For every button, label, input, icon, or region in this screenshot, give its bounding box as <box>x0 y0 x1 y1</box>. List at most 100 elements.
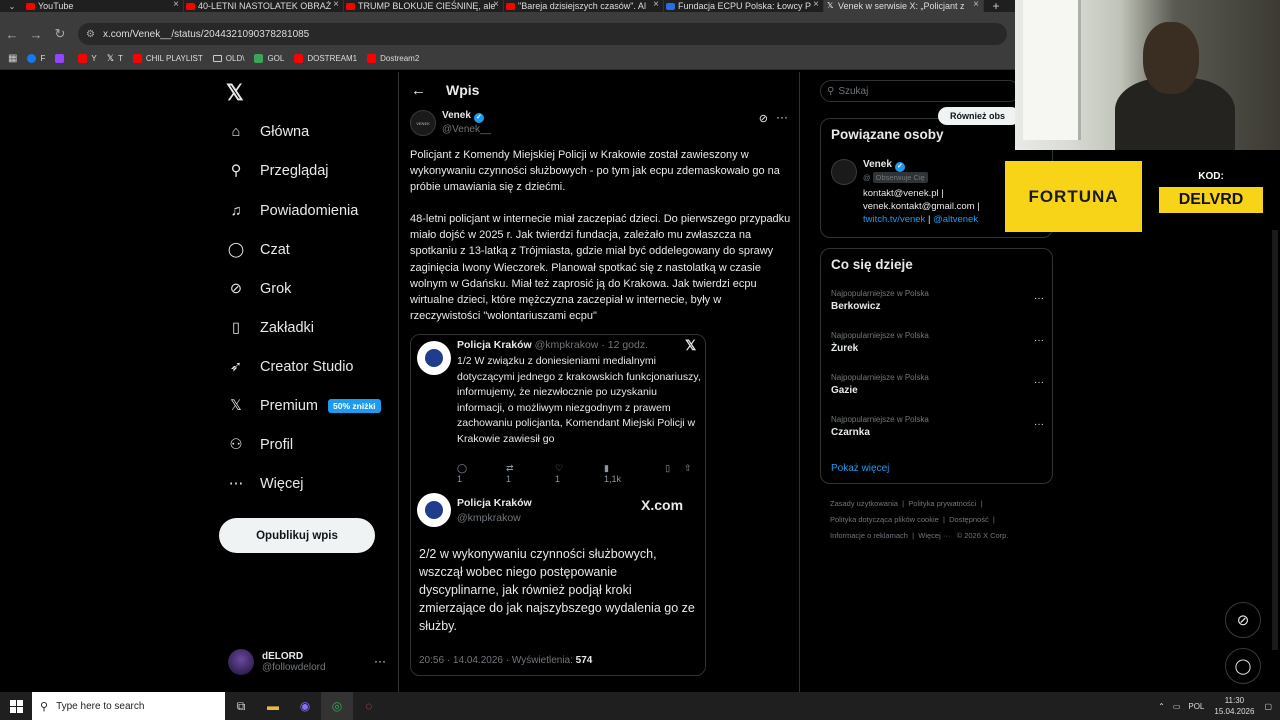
bookmark-item[interactable]: Dostream2 <box>367 54 419 63</box>
search-icon: ⚲ <box>40 700 49 713</box>
network-icon[interactable]: ▭ <box>1173 702 1181 711</box>
embedded-image[interactable]: Policja Kraków @kmpkrakow · 12 godz. 𝕏 1… <box>410 334 706 676</box>
follows-you-badge: Obserwuje Cię <box>872 172 928 183</box>
nav-item-premium[interactable]: 𝕏 Premium 50% zniżki <box>226 394 381 418</box>
trend-item[interactable]: Najpopularniejsze w Polska Gazie ··· <box>831 373 1044 403</box>
embed-footer-text: 20:56 · 14.04.2026 · Wyświetlenia: <box>419 655 573 666</box>
views-count: 1,1k <box>604 474 622 484</box>
task-view-icon[interactable]: ⧉ <box>225 692 257 720</box>
close-tab-icon[interactable]: × <box>653 0 659 10</box>
app-icon[interactable]: ◌ <box>353 692 385 720</box>
panel-title: Powiązane osoby <box>831 127 944 142</box>
taskbar-search[interactable]: ⚲ Type here to search <box>32 692 225 720</box>
nav-item-notifications[interactable]: ♫ Powiadomienia <box>226 199 359 223</box>
more-icon[interactable]: ··· <box>1034 377 1044 388</box>
bookmark-item[interactable]: CHIL PLAYLIST <box>132 54 203 63</box>
more-icon[interactable]: ··· <box>1034 293 1044 304</box>
footer-link[interactable]: Dostępność <box>949 515 989 524</box>
footer-link[interactable]: Informacje o reklamach <box>830 531 908 540</box>
file-explorer-icon[interactable]: ▬ <box>257 692 289 720</box>
apps-grid-icon[interactable]: ▦ <box>8 53 17 64</box>
avatar[interactable]: VENEK <box>410 110 436 136</box>
browser-tab[interactable]: TRUMP BLOKUJE CIEŚNINĘ, ale × <box>344 0 504 12</box>
back-arrow-icon[interactable]: ← <box>0 27 24 42</box>
keyboard-language[interactable]: POL <box>1188 702 1204 711</box>
footer-link[interactable]: Polityka prywatności <box>908 499 976 508</box>
nav-item-explore[interactable]: ⚲ Przeglądaj <box>226 159 329 183</box>
start-button[interactable] <box>0 692 32 720</box>
show-more-link[interactable]: Pokaż więcej <box>831 463 889 474</box>
nav-item-more[interactable]: ⋯ Więcej <box>226 472 304 496</box>
chrome-icon[interactable]: ◎ <box>321 692 353 720</box>
browser-tab[interactable]: YouTube × <box>24 0 184 12</box>
trend-item[interactable]: Najpopularniejsze w Polska Czarnka ··· <box>831 415 1044 445</box>
site-info-icon[interactable]: ⚙ <box>86 29 95 40</box>
close-tab-icon[interactable]: × <box>813 0 819 10</box>
x-logo-icon[interactable]: 𝕏 <box>226 80 244 106</box>
bookmark-item[interactable]: 𝕏T <box>107 53 123 64</box>
close-tab-icon[interactable]: × <box>973 0 979 10</box>
close-tab-icon[interactable]: × <box>333 0 339 10</box>
new-tab-button[interactable]: + <box>984 0 1008 13</box>
tab-search-chevron-icon[interactable]: ⌄ <box>0 0 24 12</box>
bookmark-label: OLD\ <box>225 54 245 63</box>
account-switcher[interactable]: dELORD @followdelord ··· <box>228 646 388 678</box>
repost-count: 1 <box>506 474 512 484</box>
footer-link[interactable]: Polityka dotycząca plików cookie <box>830 515 939 524</box>
tray-chevron-icon[interactable]: ⌃ <box>1158 702 1165 711</box>
footer-link[interactable]: Zasady użytkowania <box>830 499 898 508</box>
discord-icon[interactable]: ◉ <box>289 692 321 720</box>
notification-icon[interactable]: ▢ <box>1264 702 1272 711</box>
main-column: ← Wpis VENEK Venek ✓ @Venek__ ⊘ ··· Polic… <box>398 72 800 692</box>
avatar[interactable] <box>831 159 857 185</box>
bookmark-item[interactable]: Y <box>78 54 97 63</box>
more-icon[interactable]: ··· <box>374 654 386 668</box>
browser-tab[interactable]: 40-LETNI NASTOLATEK OBRAŻ × <box>184 0 344 12</box>
browser-tab[interactable]: Fundacja ECPU Polska: Łowcy P × <box>664 0 824 12</box>
close-tab-icon[interactable]: × <box>173 0 179 10</box>
tab-title: Venek w serwisie X: „Policjant z <box>838 1 965 11</box>
author-handle[interactable]: @Venek__ <box>442 124 491 135</box>
messages-fab-icon[interactable]: ◯ <box>1225 648 1261 684</box>
bookmark-item[interactable]: F <box>27 54 45 63</box>
search-input[interactable]: ⚲ Szukaj <box>820 80 1020 102</box>
related-name[interactable]: Venek ✓ <box>863 159 905 172</box>
browser-tab[interactable]: "Bareja dzisiejszych czasów". Al × <box>504 0 664 12</box>
post-button[interactable]: Opublikuj wpis <box>219 518 375 553</box>
more-icon[interactable]: ··· <box>1034 419 1044 430</box>
browser-tab-active[interactable]: 𝕏 Venek w serwisie X: „Policjant z × <box>824 0 984 12</box>
reload-icon[interactable]: ↻ <box>48 26 72 42</box>
address-bar[interactable]: ⚙ x.com/Venek__/status/20443210903782810… <box>78 23 1007 45</box>
nav-label: Creator Studio <box>260 359 354 375</box>
back-arrow-icon[interactable]: ← <box>411 82 426 99</box>
trends-panel: Co się dzieje Najpopularniejsze w Polska… <box>820 248 1053 484</box>
follow-button[interactable]: Również obs <box>938 107 1020 125</box>
webcam-person-head <box>1143 22 1199 94</box>
nav-item-chat[interactable]: ◯ Czat <box>226 238 290 262</box>
more-icon[interactable]: ··· <box>776 110 788 124</box>
nav-item-bookmarks[interactable]: ▯ Zakładki <box>226 316 314 340</box>
scrollbar[interactable] <box>1272 230 1278 650</box>
clock[interactable]: 11:30 15.04.2026 <box>1214 695 1254 717</box>
bio-link[interactable]: twitch.tv/venek <box>863 214 925 225</box>
more-icon[interactable]: ··· <box>1034 335 1044 346</box>
nav-item-creator-studio[interactable]: ➶ Creator Studio <box>226 355 354 379</box>
trend-item[interactable]: Najpopularniejsze w Polska Berkowicz ··· <box>831 289 1044 319</box>
bookmark-item[interactable] <box>55 54 68 63</box>
bio-link[interactable]: @altvenek <box>933 214 978 225</box>
bookmark-folder[interactable]: OLD\ <box>212 54 245 63</box>
author-name[interactable]: Venek ✓ <box>442 110 484 123</box>
grok-fab-icon[interactable]: ⊘ <box>1225 602 1261 638</box>
nav-item-grok[interactable]: ⊘ Grok <box>226 277 292 301</box>
grok-explain-icon[interactable]: ⊘ <box>759 112 768 125</box>
bookmark-item[interactable]: DOSTREAM1 <box>294 54 357 63</box>
footer-link[interactable]: Więcej ··· <box>918 531 950 540</box>
close-tab-icon[interactable]: × <box>493 0 499 10</box>
forward-arrow-icon[interactable]: → <box>24 27 48 42</box>
tab-title: YouTube <box>38 1 74 11</box>
bookmark-item[interactable]: GOL <box>254 54 284 63</box>
nav-label: Przeglądaj <box>260 163 329 179</box>
trend-item[interactable]: Najpopularniejsze w Polska Żurek ··· <box>831 331 1044 361</box>
nav-item-profile[interactable]: ⚇ Profil <box>226 433 294 457</box>
nav-item-home[interactable]: ⌂ Główna <box>226 120 310 144</box>
